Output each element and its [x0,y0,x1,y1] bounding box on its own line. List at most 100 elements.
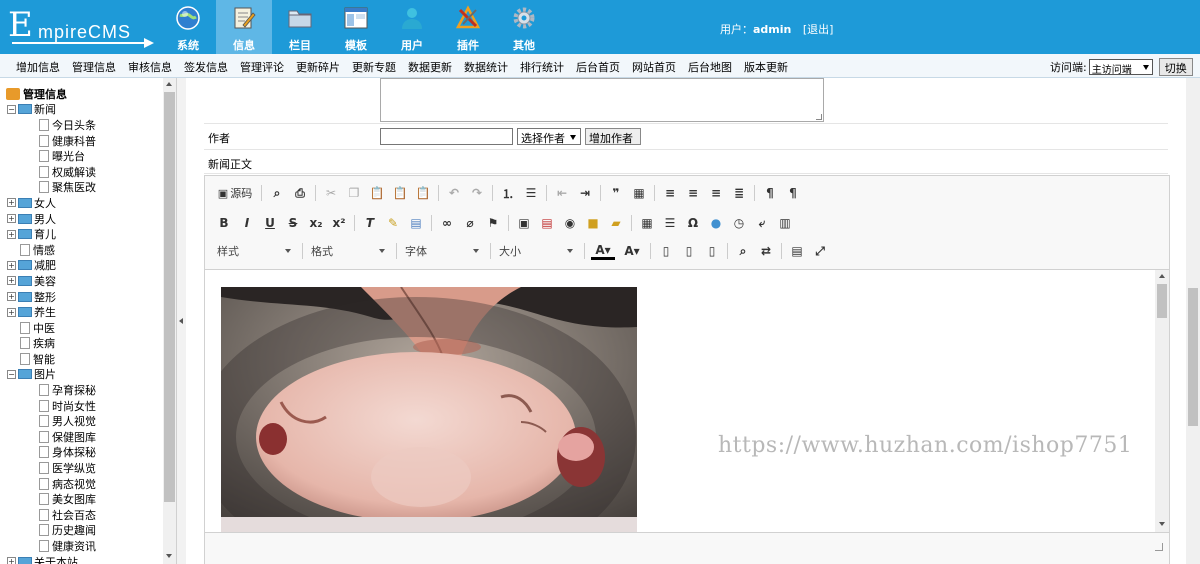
visit-select[interactable]: 主访问端 [1088,59,1153,76]
resize-grip-icon[interactable] [1155,543,1163,551]
paste-word-icon[interactable]: 📋 [414,184,432,202]
font-combo[interactable]: 字体 [403,242,483,260]
tree-child-node[interactable]: 健康科普 [0,133,163,149]
blockquote-icon[interactable]: ❞ [607,184,625,202]
tree-root[interactable]: 管理信息 [0,86,163,102]
nav-system[interactable]: 系统 [160,0,216,54]
tree-child-node[interactable]: 权威解读 [0,164,163,180]
scroll-thumb[interactable] [1188,288,1198,426]
author-input[interactable] [380,128,513,145]
expand-icon[interactable]: + [7,307,16,317]
show-blocks-icon[interactable]: ▯ [657,242,675,260]
indent-icon[interactable]: ⇥ [576,184,594,202]
remove-format-icon[interactable]: T [361,214,379,232]
align-left-icon[interactable]: ≡ [661,184,679,202]
nav-user[interactable]: 用户 [384,0,440,54]
tree-child-node[interactable]: 病态视觉 [0,476,163,492]
tree-node[interactable]: 智能 [0,351,163,367]
subnav-data-stats[interactable]: 数据统计 [464,59,508,75]
maximize-icon[interactable]: ⤢ [811,242,829,260]
bg-color-icon[interactable]: A▾ [620,242,644,260]
cut-icon[interactable]: ✂ [322,184,340,202]
iframe-icon[interactable]: ◷ [730,214,748,232]
tree-child-node[interactable]: 美女图库 [0,491,163,507]
align-center-icon[interactable]: ≡ [684,184,702,202]
unlink-icon[interactable]: ⌀ [461,214,479,232]
scroll-up-arrow-icon[interactable] [166,82,172,86]
tree-node[interactable]: + 关于本站 [0,554,163,564]
tree-child-node[interactable]: 健康资讯 [0,538,163,554]
file-icon[interactable]: ■ [584,214,602,232]
scroll-thumb[interactable] [1157,284,1167,318]
tree-node[interactable]: − 新闻 [0,102,163,118]
attachment-icon[interactable]: ▰ [607,214,625,232]
tree-node[interactable]: + 养生 [0,304,163,320]
preview-icon[interactable]: ⌕ [268,184,286,202]
underline-icon[interactable]: U [261,214,279,232]
logout-link[interactable]: [退出] [803,23,834,36]
image-icon[interactable]: ▣ [515,214,533,232]
strike-icon[interactable]: S [284,214,302,232]
smiley-icon[interactable]: ● [707,214,725,232]
justify-icon[interactable]: ≣ [730,184,748,202]
special-char-icon[interactable]: Ω [684,214,702,232]
print-icon[interactable]: ⎙ [291,184,309,202]
size-combo[interactable]: 大小 [497,242,577,260]
nav-column[interactable]: 栏目 [272,0,328,54]
bulleted-list-icon[interactable]: ☰ [522,184,540,202]
expand-icon[interactable]: + [7,198,16,208]
subnav-admin-home[interactable]: 后台首页 [576,59,620,75]
nav-other[interactable]: 其他 [496,0,552,54]
tree-node[interactable]: + 女人 [0,195,163,211]
paste-icon[interactable]: 📋 [368,184,386,202]
tree-child-node[interactable]: 男人视觉 [0,413,163,429]
expand-icon[interactable]: + [7,292,16,302]
outdent-icon[interactable]: ⇤ [553,184,571,202]
tree-child-node[interactable]: 今日头条 [0,117,163,133]
subnav-review-info[interactable]: 审核信息 [128,59,172,75]
subnav-rank-stats[interactable]: 排行统计 [520,59,564,75]
subnav-add-info[interactable]: 增加信息 [16,59,60,75]
superscript-icon[interactable]: x² [330,214,348,232]
tree-child-node[interactable]: 历史趣闻 [0,523,163,539]
expand-icon[interactable]: + [7,260,16,270]
ltr-icon[interactable]: ¶ [761,184,779,202]
resize-grip-icon[interactable] [816,114,822,120]
scroll-thumb[interactable] [164,92,175,502]
scroll-up-arrow-icon[interactable] [1159,274,1165,278]
replace-icon[interactable]: ⇄ [757,242,775,260]
tree-node[interactable]: + 整形 [0,289,163,305]
italic-icon[interactable]: I [238,214,256,232]
tree-child-node[interactable]: 孕育探秘 [0,382,163,398]
copy-format-icon[interactable]: ✎ [384,214,402,232]
rtl-icon[interactable]: ¶ [784,184,802,202]
subnav-update-fragments[interactable]: 更新碎片 [296,59,340,75]
nav-info[interactable]: 信息 [216,0,272,54]
select-all-icon[interactable]: ▤ [788,242,806,260]
editor-scrollbar[interactable] [1155,270,1169,532]
tree-node[interactable]: + 育儿 [0,226,163,242]
media-icon[interactable]: ◉ [561,214,579,232]
scroll-down-arrow-icon[interactable] [166,554,172,558]
nav-template[interactable]: 模板 [328,0,384,54]
tree-child-node[interactable]: 保健图库 [0,429,163,445]
style-combo[interactable]: 样式 [215,242,295,260]
link-icon[interactable]: ∞ [438,214,456,232]
subnav-admin-map[interactable]: 后台地图 [688,59,732,75]
insert-code-icon[interactable]: ▥ [776,214,794,232]
source-button[interactable]: ▣ 源码 [215,184,255,202]
create-div-icon[interactable]: ▦ [630,184,648,202]
collapse-icon[interactable]: − [7,369,16,379]
nav-plugin[interactable]: 插件 [440,0,496,54]
subnav-manage-comments[interactable]: 管理评论 [240,59,284,75]
subscript-icon[interactable]: x₂ [307,214,325,232]
subnav-site-home[interactable]: 网站首页 [632,59,676,75]
scroll-down-arrow-icon[interactable] [1159,522,1165,526]
numbered-list-icon[interactable]: ⒈ [499,184,517,202]
content-scrollbar[interactable] [1186,78,1200,564]
add-author-button[interactable]: 增加作者 [585,128,641,145]
tree-node[interactable]: + 男人 [0,211,163,227]
bold-icon[interactable]: B [215,214,233,232]
template-icon[interactable]: ▤ [407,214,425,232]
subnav-sign-info[interactable]: 签发信息 [184,59,228,75]
